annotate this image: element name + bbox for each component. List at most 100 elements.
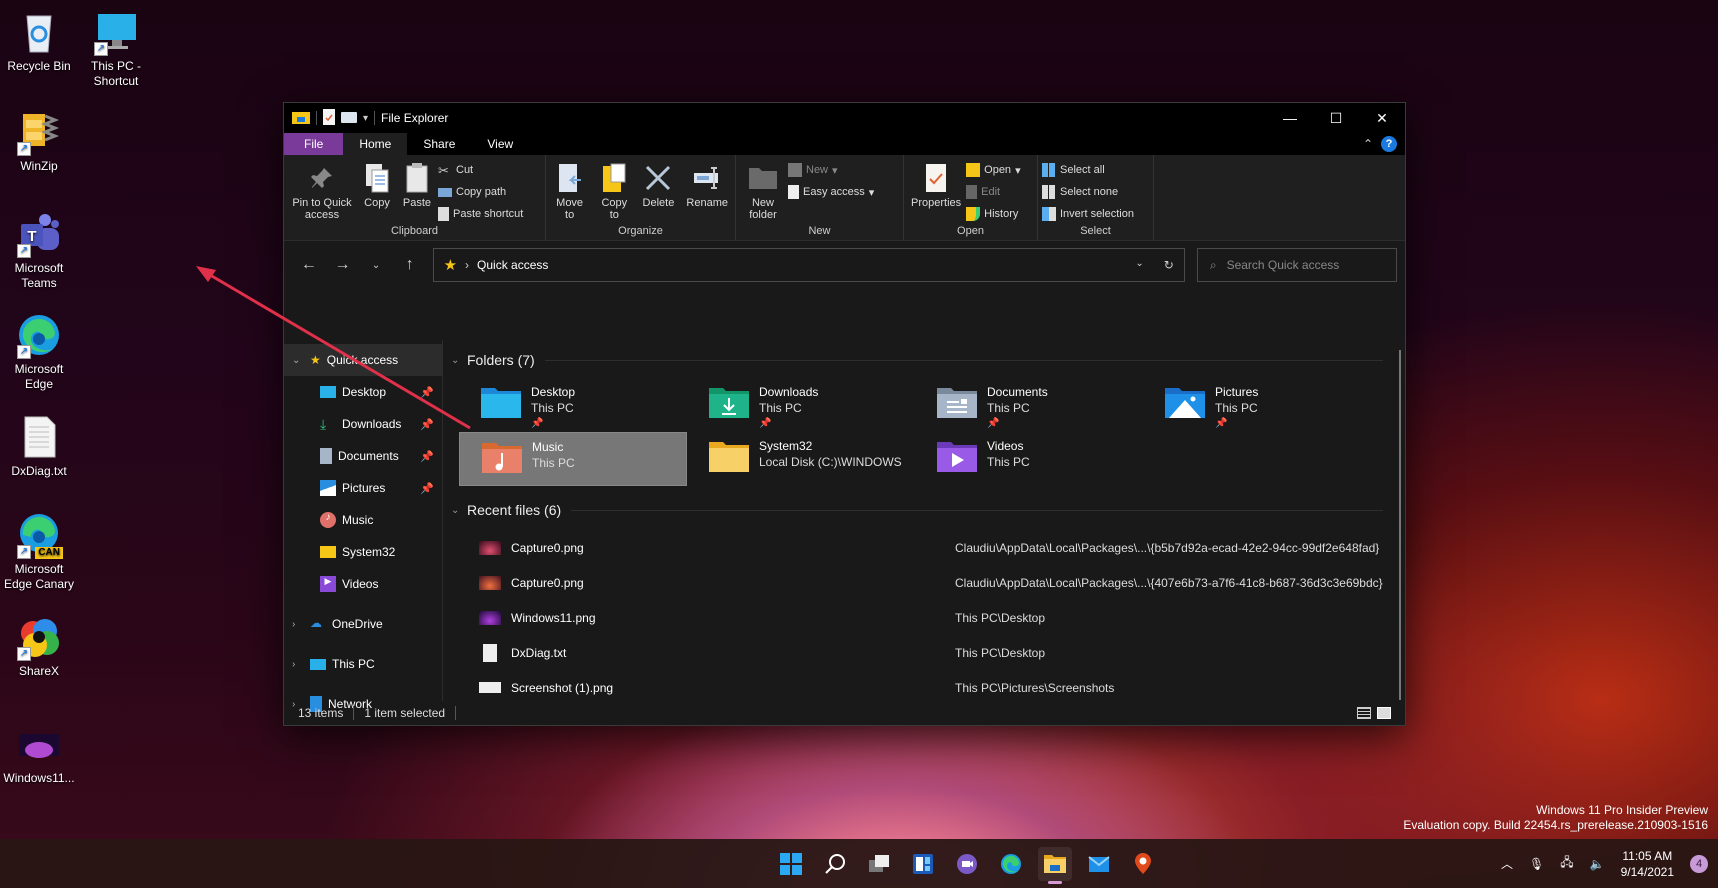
teams-chat-button[interactable] (950, 847, 984, 881)
back-button[interactable]: ← (292, 256, 326, 274)
desktop-icon-edge-canary[interactable]: CAN ↗ Microsoft Edge Canary (0, 511, 78, 592)
forward-button[interactable]: → (326, 256, 360, 274)
close-button[interactable]: ✕ (1359, 103, 1405, 133)
breadcrumb-quick-access[interactable]: Quick access (477, 258, 548, 272)
copy-path-button[interactable]: Copy path (438, 183, 523, 201)
folders-section-header[interactable]: ⌄ Folders (7) (451, 346, 1405, 374)
folder-pictures[interactable]: Pictures This PC 📌 (1143, 378, 1371, 432)
desktop-icon-winzip[interactable]: ↗ WinZip (0, 108, 78, 174)
nav-item-downloads[interactable]: ⤓ Downloads 📌 (284, 408, 442, 440)
maps-button[interactable] (1126, 847, 1160, 881)
volume-icon[interactable]: 🔈 (1590, 857, 1605, 871)
vertical-scrollbar[interactable] (1399, 350, 1401, 700)
nav-quick-access[interactable]: ⌄ ★ Quick access (284, 344, 442, 376)
desktop-icon-label: Microsoft Edge (14, 362, 64, 391)
teams-icon: T ↗ (15, 210, 63, 258)
nav-item-pictures[interactable]: Pictures 📌 (284, 472, 442, 504)
new-folder-button[interactable]: New folder (740, 159, 786, 223)
recent-files-section-header[interactable]: ⌄ Recent files (6) (451, 496, 1405, 524)
move-to-button[interactable]: Move to (550, 159, 589, 223)
search-button[interactable] (818, 847, 852, 881)
folder-documents[interactable]: Documents This PC 📌 (915, 378, 1143, 432)
task-view-button[interactable] (862, 847, 896, 881)
desktop-icon-label: Windows11... (3, 771, 75, 785)
up-button[interactable]: ↑ (393, 256, 427, 274)
widgets-button[interactable] (906, 847, 940, 881)
nav-item-documents[interactable]: Documents 📌 (284, 440, 442, 472)
desktop-icon-windows11[interactable]: Windows11... (0, 720, 78, 786)
new-folder-qa-icon[interactable] (341, 111, 357, 126)
nav-item-desktop[interactable]: Desktop 📌 (284, 376, 442, 408)
desktop-icon-recycle-bin[interactable]: Recycle Bin (0, 8, 78, 74)
recent-file-row[interactable]: Windows11.png This PC\Desktop (451, 600, 1405, 635)
nav-onedrive[interactable]: › ☁ OneDrive (284, 608, 442, 640)
minimize-button[interactable]: — (1267, 103, 1313, 133)
help-icon[interactable]: ? (1381, 136, 1397, 152)
paste-button[interactable]: Paste (398, 159, 436, 211)
edit-button[interactable]: Edit (966, 183, 1020, 201)
open-button[interactable]: Open ▾ (966, 161, 1021, 179)
folder-videos[interactable]: Videos This PC (915, 432, 1143, 486)
large-icons-view-icon[interactable] (1377, 707, 1391, 719)
refresh-icon[interactable]: ↻ (1164, 258, 1174, 272)
copy-to-button[interactable]: Copy to (595, 159, 633, 223)
easy-access-button[interactable]: Easy access ▾ (788, 183, 874, 201)
recent-file-row[interactable]: Screenshot (1).png This PC\Pictures\Scre… (451, 670, 1405, 701)
folder-music[interactable]: Music This PC (459, 432, 687, 486)
history-button[interactable]: History (966, 205, 1020, 223)
mail-button[interactable] (1082, 847, 1116, 881)
recent-locations-button[interactable]: ⌄ (359, 260, 393, 271)
nav-item-system32[interactable]: System32 (284, 536, 442, 568)
folder-system32[interactable]: System32 Local Disk (C:)\WINDOWS (687, 432, 915, 486)
start-button[interactable] (774, 847, 808, 881)
desktop-icon-sharex[interactable]: ↗ ShareX (0, 613, 78, 679)
network-status-icon[interactable]: 🖧 (1560, 853, 1573, 874)
edge-button[interactable] (994, 847, 1028, 881)
folder-downloads[interactable]: Downloads This PC 📌 (687, 378, 915, 432)
chevron-right-icon[interactable]: › (292, 619, 304, 630)
recent-file-row[interactable]: Capture0.png Claudiu\AppData\Local\Packa… (451, 565, 1405, 600)
properties-qa-icon[interactable] (323, 108, 335, 128)
desktop-icon-dxdiag[interactable]: DxDiag.txt (0, 413, 78, 479)
clock[interactable]: 11:05 AM 9/14/2021 (1621, 848, 1674, 880)
delete-button[interactable]: Delete (639, 159, 677, 211)
properties-button[interactable]: Properties (908, 159, 964, 211)
chevron-right-icon[interactable]: › (292, 659, 304, 670)
recent-file-row[interactable]: DxDiag.txt This PC\Desktop (451, 635, 1405, 670)
tab-share[interactable]: Share (407, 133, 471, 155)
invert-selection-button[interactable]: Invert selection (1042, 205, 1134, 223)
desktop-icon-teams[interactable]: T ↗ Microsoft Teams (0, 210, 78, 291)
tab-view[interactable]: View (471, 133, 529, 155)
address-bar[interactable]: ★ › Quick access ⌄ ↻ (432, 248, 1185, 282)
cut-button[interactable]: ✂ Cut (438, 161, 523, 179)
notification-badge[interactable]: 4 (1690, 854, 1708, 873)
tab-home[interactable]: Home (343, 133, 408, 155)
microphone-icon[interactable]: 🎙 (1529, 857, 1544, 871)
collapse-ribbon-icon[interactable]: ⌃ (1363, 137, 1373, 151)
address-dropdown-icon[interactable]: ⌄ (1135, 258, 1143, 272)
show-hidden-icons-icon[interactable]: ︿ (1501, 855, 1513, 872)
maximize-button[interactable]: ☐ (1313, 103, 1359, 133)
nav-item-videos[interactable]: ▶ Videos (284, 568, 442, 600)
file-explorer-button[interactable] (1038, 846, 1072, 884)
search-box[interactable]: ⌕ Search Quick access (1196, 248, 1397, 282)
desktop-icon-this-pc[interactable]: ↗ This PC - Shortcut (77, 8, 155, 89)
new-item-button[interactable]: New ▾ (788, 161, 874, 179)
nav-this-pc[interactable]: › This PC (284, 648, 442, 680)
rename-button[interactable]: Rename (683, 159, 731, 211)
nav-item-music[interactable]: ♪ Music (284, 504, 442, 536)
pin-quick-access-button[interactable]: Pin to Quick access (288, 159, 356, 223)
details-view-icon[interactable] (1357, 707, 1371, 719)
recent-file-row[interactable]: Capture0.png Claudiu\AppData\Local\Packa… (451, 530, 1405, 565)
copy-button[interactable]: Copy (358, 159, 396, 211)
folder-desktop[interactable]: Desktop This PC 📌 (459, 378, 687, 432)
desktop-icon-edge[interactable]: ↗ Microsoft Edge (0, 311, 78, 392)
search-input[interactable]: Search Quick access (1227, 258, 1340, 272)
tab-file[interactable]: File (284, 133, 344, 155)
chevron-down-icon[interactable]: ⌄ (292, 355, 304, 366)
select-none-button[interactable]: Select none (1042, 183, 1134, 201)
title-bar[interactable]: ▾ File Explorer — ☐ ✕ (284, 103, 1405, 133)
select-all-button[interactable]: Select all (1042, 161, 1134, 179)
paste-shortcut-button[interactable]: Paste shortcut (438, 205, 523, 223)
customize-qa-icon[interactable]: ▾ (363, 113, 368, 124)
